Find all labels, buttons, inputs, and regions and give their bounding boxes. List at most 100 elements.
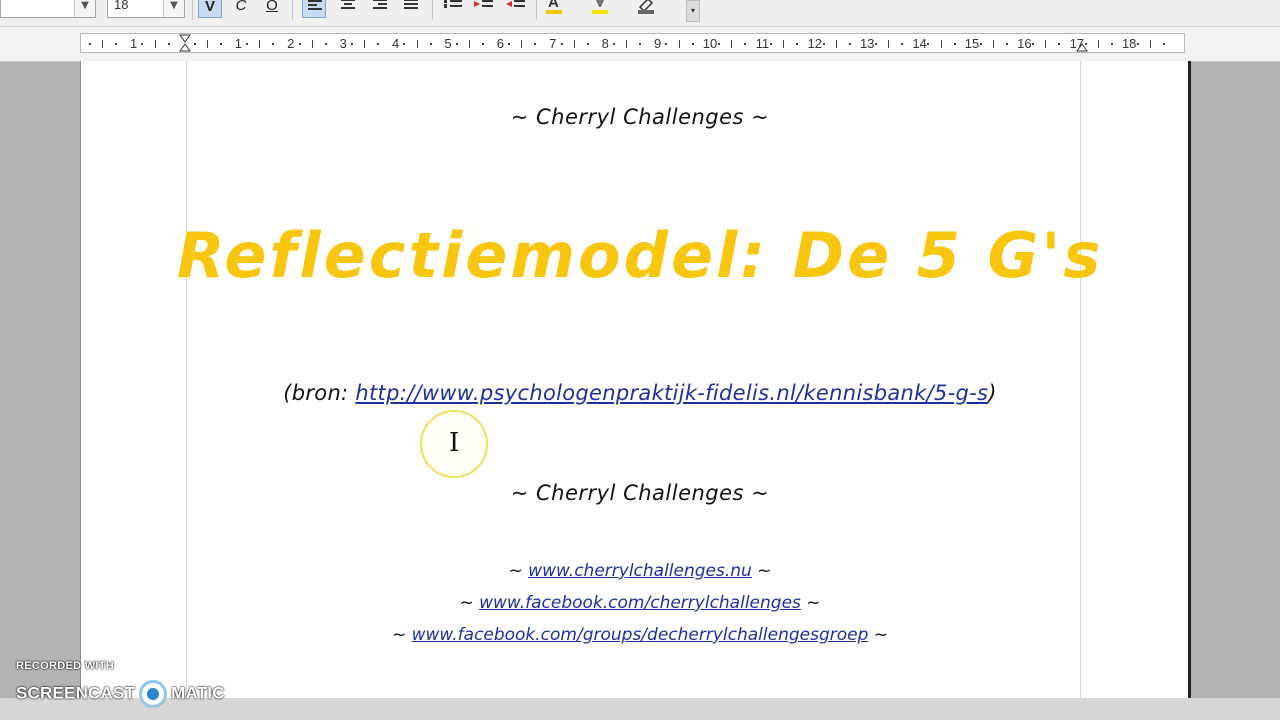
decrease-indent-button[interactable]: [505, 0, 527, 16]
increase-indent-icon: [474, 0, 493, 7]
char-background-swatch: [638, 10, 654, 14]
tilde: ~: [757, 561, 772, 581]
ruler-tick: [102, 40, 104, 48]
ruler-tick: [691, 43, 694, 45]
chevron-down-icon[interactable]: ▼: [74, 0, 95, 17]
highlight-button[interactable]: [590, 0, 612, 16]
facebook-page-link[interactable]: www.facebook.com/cherrylchallenges: [479, 593, 801, 613]
watermark-left: SCREENCAST: [16, 683, 136, 703]
ruler-label: 16: [1017, 36, 1032, 51]
ruler-tick: [1150, 40, 1152, 48]
facebook-group-link[interactable]: www.facebook.com/groups/decherrylchallen…: [412, 625, 869, 645]
ruler-tick: [272, 43, 275, 45]
ruler-tick: [403, 43, 406, 45]
ruler-tick: [206, 40, 208, 48]
left-indent-marker[interactable]: [179, 34, 191, 52]
chevron-down-icon[interactable]: ▼: [163, 0, 184, 17]
ruler-tick: [848, 43, 851, 45]
justify-icon: [404, 0, 418, 9]
ruler-label: 17: [1069, 36, 1085, 51]
ruler-tick: [508, 43, 511, 45]
ruler-tick: [167, 43, 170, 45]
source-link[interactable]: http://www.psychologenpraktijk-fidelis.n…: [355, 381, 988, 405]
ruler-tick: [665, 43, 668, 45]
ruler-tick: [796, 43, 799, 45]
decrease-indent-icon: [506, 0, 525, 7]
ruler-tick: [822, 43, 825, 45]
align-right-button[interactable]: [368, 0, 392, 18]
ruler-tick: [992, 40, 994, 48]
ruler-tick: [141, 43, 144, 45]
numbered-list-icon: [444, 0, 462, 8]
underline-button[interactable]: O: [260, 0, 284, 18]
italic-button[interactable]: V: [198, 0, 222, 18]
ruler-tick: [324, 43, 327, 45]
align-center-icon: [341, 0, 355, 9]
link-line-website: ~ www.cherrylchallenges.nu ~: [0, 561, 1280, 581]
ruler-tick: [901, 43, 904, 45]
font-color-button[interactable]: A: [544, 0, 566, 16]
ruler-tick: [783, 40, 785, 48]
ruler-tick: [416, 40, 418, 48]
link-line-facebook: ~ www.facebook.com/cherrylchallenges ~: [0, 593, 1280, 613]
align-center-button[interactable]: [336, 0, 360, 18]
strikethrough-button[interactable]: C: [229, 0, 253, 18]
ruler-label: 13: [859, 36, 875, 51]
doc-heading-top: ~ Cherryl Challenges ~: [510, 105, 770, 129]
ruler-tick: [468, 40, 470, 48]
ruler-label: 9: [653, 36, 662, 51]
ruler-tick: [311, 40, 313, 48]
ruler-tick: [678, 40, 680, 48]
ruler-label: 1: [234, 36, 243, 51]
align-left-button[interactable]: [302, 0, 326, 18]
highlight-swatch: [592, 10, 608, 14]
ruler-tick: [953, 43, 956, 45]
tilde: ~: [391, 625, 407, 645]
toolbar-overflow-button[interactable]: ▾: [686, 0, 700, 22]
font-size-combo[interactable]: 18 ▼: [107, 0, 185, 18]
ruler-tick: [259, 40, 261, 48]
formatting-toolbar: ▼ 18 ▼ V C O A ▾: [0, 0, 1280, 27]
ruler-tick: [1137, 43, 1139, 45]
ruler-tick: [154, 40, 156, 48]
ruler-label: 4: [391, 36, 400, 51]
ruler-tick: [89, 43, 91, 45]
ruler-label: 14: [912, 36, 927, 51]
ruler-tick: [298, 43, 301, 45]
ruler-tick: [613, 43, 615, 45]
ruler-tick: [455, 43, 458, 45]
font-name-combo[interactable]: ▼: [0, 0, 96, 18]
ruler-tick: [573, 40, 575, 48]
ruler-tick: [717, 43, 720, 45]
ruler-tick: [560, 43, 563, 45]
toolbar-separator: [292, 0, 293, 20]
ruler-label: 3: [339, 36, 347, 51]
ruler-label: 7: [549, 36, 557, 51]
ruler-label: 5: [444, 36, 452, 51]
website-link[interactable]: www.cherrylchallenges.nu: [528, 561, 752, 581]
ruler-tick: [534, 43, 537, 45]
tilde: ~: [873, 625, 889, 645]
ruler-tick: [521, 40, 523, 48]
ruler-tick: [193, 43, 196, 45]
screencast-logo-icon: [139, 680, 168, 708]
ruler-label: 11: [755, 36, 770, 51]
justify-button[interactable]: [399, 0, 423, 18]
ruler-tick: [626, 40, 628, 48]
align-left-icon: [308, 0, 322, 10]
ruler-bar: 1 1 2 3 4 5 6 7 8 9 10 11 12 13 14 15 16 17 18: [0, 27, 1280, 62]
ruler-tick: [220, 43, 222, 45]
ruler-tick: [940, 40, 942, 48]
ruler-tick: [377, 43, 380, 45]
char-background-button[interactable]: [636, 0, 658, 16]
source-suffix: ): [988, 381, 997, 405]
ruler-label: 6: [496, 36, 505, 51]
increase-indent-button[interactable]: [473, 0, 495, 16]
horizontal-ruler[interactable]: 1 1 2 3 4 5 6 7 8 9 10 11 12 13 14 15 16 17 18: [80, 33, 1185, 53]
ruler-tick: [351, 43, 353, 45]
tilde: ~: [508, 561, 523, 581]
ruler-tick: [875, 43, 877, 45]
numbered-list-button[interactable]: [442, 0, 464, 16]
ruler-tick: [888, 40, 890, 48]
ruler-tick: [1163, 43, 1166, 45]
